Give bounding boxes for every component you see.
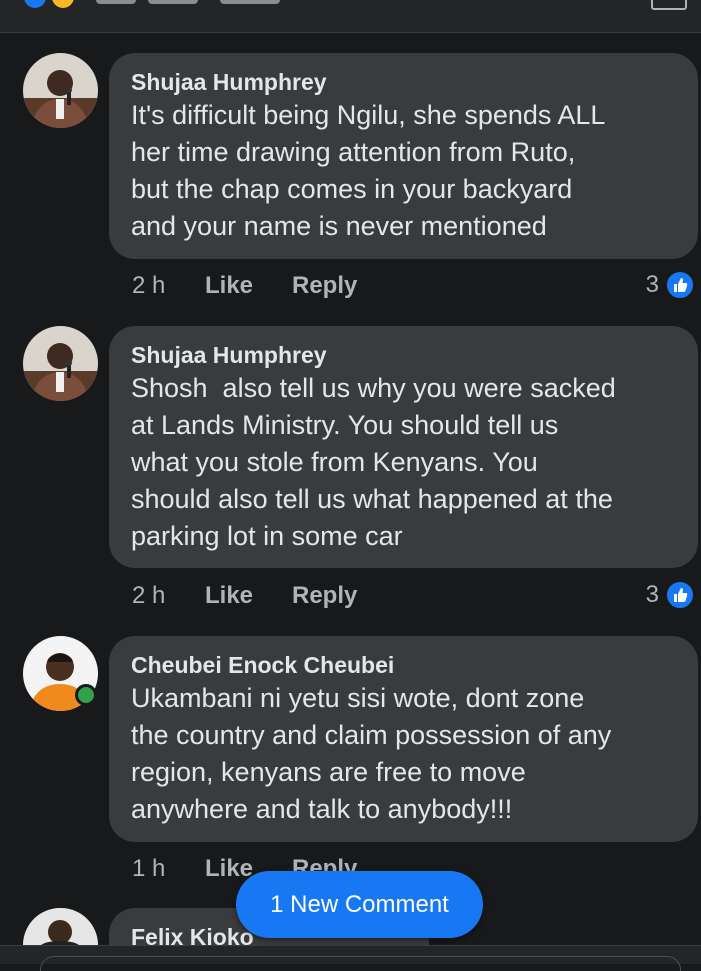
comment-text: Shosh also tell us why you were sacked a… (131, 373, 616, 551)
comment-author[interactable]: Shujaa Humphrey (131, 67, 674, 97)
comment-text: Ukambani ni yetu sisi wote, dont zone th… (131, 683, 612, 824)
reply-button[interactable]: Reply (292, 272, 357, 300)
comment-bubble[interactable]: Cheubei Enock Cheubei Ukambani ni yetu s… (109, 636, 698, 842)
new-comment-button[interactable]: 1 New Comment (236, 871, 483, 938)
reaction-summary[interactable]: 3 (646, 580, 695, 610)
like-button[interactable]: Like (205, 272, 253, 300)
like-button[interactable]: Like (205, 582, 253, 610)
comment-composer-bar (0, 945, 701, 971)
cutoff-text (148, 0, 198, 4)
like-reaction-icon (665, 270, 695, 300)
comment-input[interactable] (40, 956, 681, 971)
avatar[interactable] (23, 326, 98, 401)
reaction-icon-yellow (52, 0, 74, 8)
cutoff-text (220, 0, 280, 4)
comment-time[interactable]: 1 h (132, 855, 165, 883)
avatar[interactable] (23, 908, 98, 945)
top-bar (0, 0, 701, 33)
comment-time[interactable]: 2 h (132, 582, 165, 610)
reaction-count: 3 (645, 271, 659, 298)
like-button[interactable]: Like (205, 855, 253, 883)
avatar[interactable] (23, 53, 98, 128)
comment-author[interactable]: Cheubei Enock Cheubei (131, 650, 674, 680)
comment-icon[interactable] (651, 0, 687, 10)
comment-bubble[interactable]: Shujaa Humphrey Shosh also tell us why y… (109, 326, 698, 568)
reply-button[interactable]: Reply (292, 582, 357, 610)
reaction-count: 3 (645, 581, 659, 608)
reaction-summary[interactable]: 3 (646, 270, 695, 300)
comment-time[interactable]: 2 h (132, 272, 165, 300)
like-reaction-icon (665, 580, 695, 610)
comment-bubble[interactable]: Shujaa Humphrey It's difficult being Ngi… (109, 53, 698, 259)
reaction-icon-blue (24, 0, 46, 8)
comment-author[interactable]: Shujaa Humphrey (131, 340, 674, 370)
online-status-icon (75, 684, 97, 706)
comment-text: It's difficult being Ngilu, she spends A… (131, 100, 606, 241)
cutoff-text (96, 0, 136, 4)
